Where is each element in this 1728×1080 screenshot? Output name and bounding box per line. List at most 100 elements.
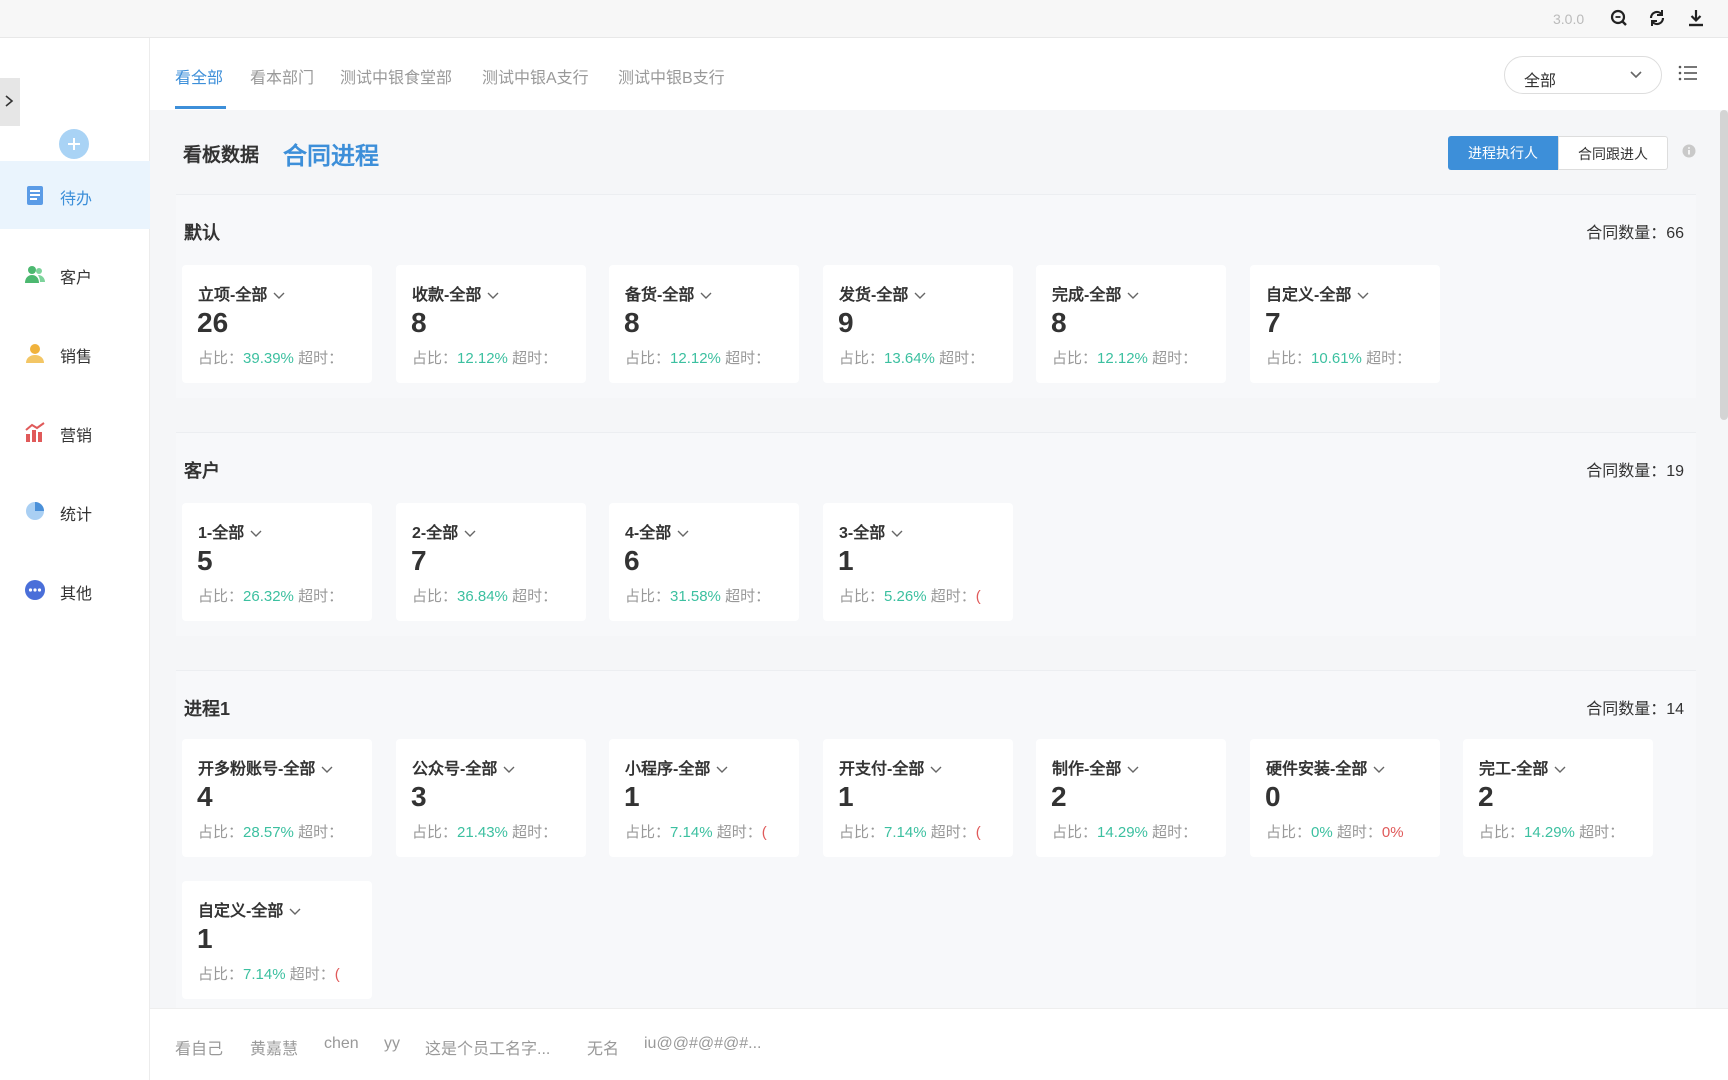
card-title[interactable]: 完工-全部: [1479, 755, 1566, 779]
chevron-down-icon: [930, 766, 942, 773]
tab-self[interactable]: 看自己: [175, 1035, 223, 1059]
todo-icon: [24, 184, 46, 206]
card-value: 8: [624, 307, 640, 338]
stage-card[interactable]: 2-全部 7 占比：36.84% 超时：: [396, 503, 586, 621]
sidebar-item-marketing[interactable]: 营销: [0, 398, 150, 466]
active-tab-indicator: [175, 106, 226, 109]
card-title[interactable]: 小程序-全部: [625, 755, 728, 779]
toggle-executor-button[interactable]: 进程执行人: [1448, 136, 1558, 170]
card-stats: 占比：14.29% 超时：: [1052, 824, 1198, 841]
stage-card[interactable]: 备货-全部 8 占比：12.12% 超时：: [609, 265, 799, 383]
stage-card[interactable]: 小程序-全部 1 占比：7.14% 超时：(: [609, 739, 799, 857]
card-title[interactable]: 收款-全部: [412, 281, 499, 305]
stage-card[interactable]: 自定义-全部 1 占比：7.14% 超时：(: [182, 881, 372, 999]
zoom-icon[interactable]: [1609, 8, 1629, 28]
card-title[interactable]: 开多粉账号-全部: [198, 755, 333, 779]
stage-card[interactable]: 自定义-全部 7 占比：10.61% 超时：: [1250, 265, 1440, 383]
stage-card[interactable]: 硬件安装-全部 0 占比：0% 超时：0%: [1250, 739, 1440, 857]
stage-card[interactable]: 开多粉账号-全部 4 占比：28.57% 超时：: [182, 739, 372, 857]
chevron-down-icon: [289, 908, 301, 915]
more-icon: [24, 579, 46, 601]
stage-card[interactable]: 立项-全部 26 占比：39.39% 超时：: [182, 265, 372, 383]
chevron-down-icon: [677, 530, 689, 537]
download-icon[interactable]: [1686, 8, 1706, 28]
chevron-down-icon: [914, 292, 926, 299]
card-title[interactable]: 制作-全部: [1052, 755, 1139, 779]
tab-all[interactable]: 看全部: [175, 64, 223, 88]
customer-icon: [24, 263, 46, 285]
stage-card[interactable]: 公众号-全部 3 占比：21.43% 超时：: [396, 739, 586, 857]
card-value: 7: [1265, 307, 1281, 338]
list-icon[interactable]: [1678, 64, 1698, 87]
tab-employee[interactable]: yy: [384, 1035, 400, 1053]
card-title[interactable]: 备货-全部: [625, 281, 712, 305]
sidebar-item-label: 其他: [60, 586, 93, 603]
card-title[interactable]: 3-全部: [839, 519, 903, 543]
stage-card[interactable]: 完成-全部 8 占比：12.12% 超时：: [1036, 265, 1226, 383]
sidebar-item-label: 销售: [60, 349, 93, 366]
card-title[interactable]: 立项-全部: [198, 281, 285, 305]
stage-card[interactable]: 完工-全部 2 占比：14.29% 超时：: [1463, 739, 1653, 857]
chevron-down-icon: [321, 766, 333, 773]
sidebar-collapse-button[interactable]: [0, 78, 20, 126]
card-title[interactable]: 完成-全部: [1052, 281, 1139, 305]
chevron-down-icon: [250, 530, 262, 537]
tab-canteen-department[interactable]: 测试中银食堂部: [340, 64, 452, 88]
card-value: 0: [1265, 781, 1281, 812]
stage-card[interactable]: 开支付-全部 1 占比：7.14% 超时：(: [823, 739, 1013, 857]
toggle-follower-button[interactable]: 合同跟进人: [1558, 136, 1668, 170]
refresh-icon[interactable]: [1647, 8, 1667, 28]
tab-employee[interactable]: 这是个员工名字...: [425, 1035, 550, 1059]
tab-my-department[interactable]: 看本部门: [250, 64, 314, 88]
group-default: 默认 合同数量：66 立项-全部 26 占比：39.39% 超时： 收款-全部 …: [176, 194, 1696, 398]
sidebar-item-todo[interactable]: 待办: [0, 161, 150, 229]
tab-branch-a[interactable]: 测试中银A支行: [482, 64, 589, 88]
card-title[interactable]: 硬件安装-全部: [1266, 755, 1385, 779]
card-title[interactable]: 发货-全部: [839, 281, 926, 305]
sales-icon: [24, 342, 46, 364]
card-title[interactable]: 2-全部: [412, 519, 476, 543]
department-tabs: 看全部 看本部门 测试中银食堂部 测试中银A支行 测试中银B支行 全部: [150, 38, 1728, 110]
chevron-down-icon: [464, 530, 476, 537]
dashboard-panel: 看板数据 合同进程 进程执行人 合同跟进人 默认 合同数量：66 立项-全部 2…: [150, 110, 1728, 1008]
stage-card[interactable]: 发货-全部 9 占比：13.64% 超时：: [823, 265, 1013, 383]
stage-card[interactable]: 收款-全部 8 占比：12.12% 超时：: [396, 265, 586, 383]
sidebar-item-statistics[interactable]: 统计: [0, 477, 150, 545]
tab-branch-b[interactable]: 测试中银B支行: [618, 64, 725, 88]
card-value: 26: [197, 307, 229, 338]
card-value: 1: [197, 923, 213, 954]
chevron-right-icon: [5, 95, 14, 107]
filter-select[interactable]: 全部: [1504, 56, 1662, 94]
stage-card[interactable]: 1-全部 5 占比：26.32% 超时：: [182, 503, 372, 621]
card-title[interactable]: 开支付-全部: [839, 755, 942, 779]
group-title: 进程1: [184, 699, 231, 719]
scrollbar[interactable]: [1720, 110, 1728, 420]
card-title[interactable]: 1-全部: [198, 519, 262, 543]
card-value: 1: [624, 781, 640, 812]
stage-card[interactable]: 4-全部 6 占比：31.58% 超时：: [609, 503, 799, 621]
tab-employee[interactable]: 黄嘉慧: [250, 1035, 298, 1059]
stage-card[interactable]: 3-全部 1 占比：5.26% 超时：(: [823, 503, 1013, 621]
chevron-down-icon: [273, 292, 285, 299]
chevron-down-icon: [1127, 766, 1139, 773]
card-value: 9: [838, 307, 854, 338]
sidebar-item-sales[interactable]: 销售: [0, 319, 150, 387]
tab-employee[interactable]: iu@@#@#@#...: [644, 1035, 761, 1053]
chevron-down-icon: [1554, 766, 1566, 773]
card-value: 5: [197, 545, 213, 576]
card-title[interactable]: 自定义-全部: [198, 897, 301, 921]
sidebar-item-customer[interactable]: 客户: [0, 240, 150, 308]
card-stats: 占比：12.12% 超时：: [412, 350, 558, 367]
tab-employee[interactable]: 无名: [587, 1035, 619, 1059]
tab-employee[interactable]: chen: [324, 1035, 359, 1053]
info-icon[interactable]: [1682, 144, 1696, 163]
add-button[interactable]: [59, 129, 89, 159]
sidebar-item-more[interactable]: 其他: [0, 556, 150, 624]
card-value: 6: [624, 545, 640, 576]
card-stats: 占比：7.14% 超时：(: [839, 824, 981, 841]
card-title[interactable]: 自定义-全部: [1266, 281, 1369, 305]
stage-card[interactable]: 制作-全部 2 占比：14.29% 超时：: [1036, 739, 1226, 857]
card-title[interactable]: 4-全部: [625, 519, 689, 543]
filter-select-value: 全部: [1524, 73, 1557, 90]
card-title[interactable]: 公众号-全部: [412, 755, 515, 779]
